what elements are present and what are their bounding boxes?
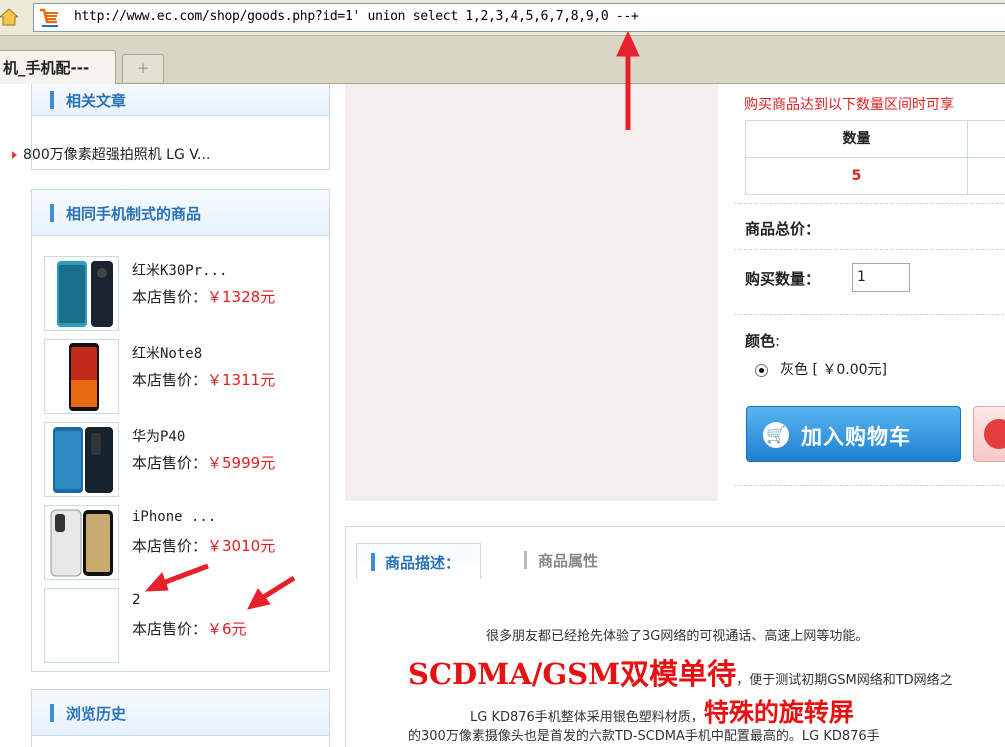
desc-text: LG KD876手机整体采用银色塑料材质， <box>470 710 704 725</box>
header-bar <box>50 704 54 722</box>
add-to-cart-label: 加入购物车 <box>801 425 911 449</box>
article-link-text[interactable]: 800万像素超强拍照机 LG V... <box>23 147 210 163</box>
goods-name[interactable]: 2 <box>132 592 140 608</box>
desc-line-3: LG KD876手机整体采用银色塑料材质，特殊的旋转屏 <box>470 693 854 729</box>
desc-line-4: 的300万像素摄像头也是首发的六款TD-SCDMA手机中配置最高的。LG KD8… <box>408 729 880 744</box>
color-label-text: 颜色 <box>745 332 776 350</box>
goods-thumbnail[interactable] <box>44 505 119 580</box>
price-value: ￥1328元 <box>207 288 276 306</box>
goods-thumbnail[interactable] <box>44 422 119 497</box>
goods-name[interactable]: 华为P40 <box>132 426 185 446</box>
related-articles-header: 相关文章 <box>32 84 329 116</box>
price-value: ￥3010元 <box>207 537 276 555</box>
color-option-label[interactable]: 灰色 [ ￥0.00元] <box>780 362 887 378</box>
bullet-icon <box>12 151 17 159</box>
qty-value: 5 <box>746 158 968 195</box>
heart-icon <box>984 419 1005 449</box>
goods-item[interactable]: 华为P40 本店售价：￥5999元 <box>44 422 324 500</box>
divider <box>734 249 1005 250</box>
header-bar <box>50 204 54 222</box>
goods-price: 本店售价：￥3010元 <box>132 535 275 556</box>
goods-thumbnail[interactable] <box>44 256 119 331</box>
page-content: 相关文章 800万像素超强拍照机 LG V... 相同手机制式的商品 红米K30… <box>0 84 1005 747</box>
divider <box>734 203 1005 204</box>
desc-text: ，便于测试初期GSM网络和TD网络之 <box>736 673 953 688</box>
price-header <box>968 121 1005 158</box>
home-icon[interactable] <box>0 8 18 26</box>
tab-description-label: 商品描述： <box>385 554 461 572</box>
goods-name[interactable]: 红米Note8 <box>132 343 202 363</box>
url-field[interactable]: http://www.ec.com/shop/goods.php?id=1' u… <box>33 3 1005 32</box>
divider <box>734 314 1005 315</box>
same-standard-goods-title: 相同手机制式的商品 <box>66 205 202 223</box>
price-label: 本店售价： <box>132 371 208 389</box>
tab-description[interactable]: 商品描述： <box>356 543 481 579</box>
history-header: 浏览历史 <box>32 690 329 736</box>
phone-image <box>50 509 113 577</box>
cart-icon: 🛒 <box>763 422 789 448</box>
price-label: 本店售价： <box>132 620 208 638</box>
description-tabs: 商品描述： 商品属性 <box>346 527 1005 587</box>
url-text[interactable]: http://www.ec.com/shop/goods.php?id=1' u… <box>74 9 639 24</box>
description-panel: 商品描述： 商品属性 很多朋友都已经抢先体验了3G网络的可视通话、高速上网等功能… <box>345 526 1005 747</box>
goods-thumbnail-empty[interactable] <box>44 588 119 663</box>
tab-strip: 机_手机配--- + <box>0 36 1005 84</box>
volume-price-note: 购买商品达到以下数量区间时可享 <box>744 97 954 113</box>
goods-item[interactable]: 2 本店售价：￥6元 <box>44 588 324 666</box>
volume-price-table: 数量 5 <box>745 120 1005 195</box>
related-articles-title: 相关文章 <box>66 92 127 110</box>
price-value: ￥6元 <box>207 620 247 638</box>
header-bar <box>50 91 54 109</box>
favorite-button[interactable] <box>973 406 1005 462</box>
quantity-input[interactable]: 1 <box>852 263 910 292</box>
radio-selected-icon[interactable] <box>755 363 768 377</box>
same-standard-goods-box: 相同手机制式的商品 红米K30Pr... 本店售价：￥1328元 红米Note8… <box>31 189 330 672</box>
goods-price: 本店售价：￥5999元 <box>132 452 275 473</box>
product-gallery-area <box>345 84 718 501</box>
goods-name[interactable]: 红米K30Pr... <box>132 260 227 280</box>
total-price-label: 商品总价： <box>745 220 821 238</box>
desc-line-1: 很多朋友都已经抢先体验了3G网络的可视通话、高速上网等功能。 <box>486 629 869 644</box>
history-box: 浏览历史 <box>31 689 330 747</box>
goods-price: 本店售价：￥1311元 <box>132 369 275 390</box>
goods-item[interactable]: iPhone ... 本店售价：￥3010元 <box>44 505 324 583</box>
color-label: 颜色: <box>745 332 781 350</box>
new-tab-button[interactable]: + <box>122 54 164 82</box>
tab-bar <box>371 553 375 571</box>
price-label: 本店售价： <box>132 288 208 306</box>
desc-line-2: SCDMA/GSM双模单待，便于测试初期GSM网络和TD网络之 <box>408 651 953 693</box>
tab-attributes-label: 商品属性 <box>538 552 599 570</box>
site-cart-icon <box>40 8 58 27</box>
price-value: ￥5999元 <box>207 454 276 472</box>
article-link[interactable]: 800万像素超强拍照机 LG V... <box>12 144 210 164</box>
goods-thumbnail[interactable] <box>44 339 119 414</box>
phone-image <box>57 261 113 327</box>
desc-highlight: 特殊的旋转屏 <box>703 698 854 727</box>
qty-header: 数量 <box>746 121 968 158</box>
tab-bar <box>524 551 527 569</box>
goods-price: 本店售价：￥1328元 <box>132 286 275 307</box>
history-title: 浏览历史 <box>66 705 127 723</box>
goods-price: 本店售价：￥6元 <box>132 618 247 639</box>
address-bar-area: http://www.ec.com/shop/goods.php?id=1' u… <box>0 0 1005 36</box>
phone-image <box>53 427 113 493</box>
tab-title: 机_手机配--- <box>3 59 90 77</box>
same-standard-goods-header: 相同手机制式的商品 <box>32 190 329 236</box>
tab-current-page[interactable]: 机_手机配--- <box>0 50 116 84</box>
buy-qty-label: 购买数量： <box>745 270 821 288</box>
goods-item[interactable]: 红米K30Pr... 本店售价：￥1328元 <box>44 256 324 334</box>
color-option[interactable]: 灰色 [ ￥0.00元] <box>755 359 887 379</box>
divider <box>734 485 1005 486</box>
goods-item[interactable]: 红米Note8 本店售价：￥1311元 <box>44 339 324 417</box>
price-label: 本店售价： <box>132 537 208 555</box>
price-label: 本店售价： <box>132 454 208 472</box>
goods-name[interactable]: iPhone ... <box>132 509 216 525</box>
phone-image <box>69 343 99 411</box>
desc-highlight: SCDMA/GSM双模单待 <box>408 657 737 691</box>
add-to-cart-button[interactable]: 🛒 加入购物车 <box>746 406 961 462</box>
price-value: ￥1311元 <box>207 371 276 389</box>
